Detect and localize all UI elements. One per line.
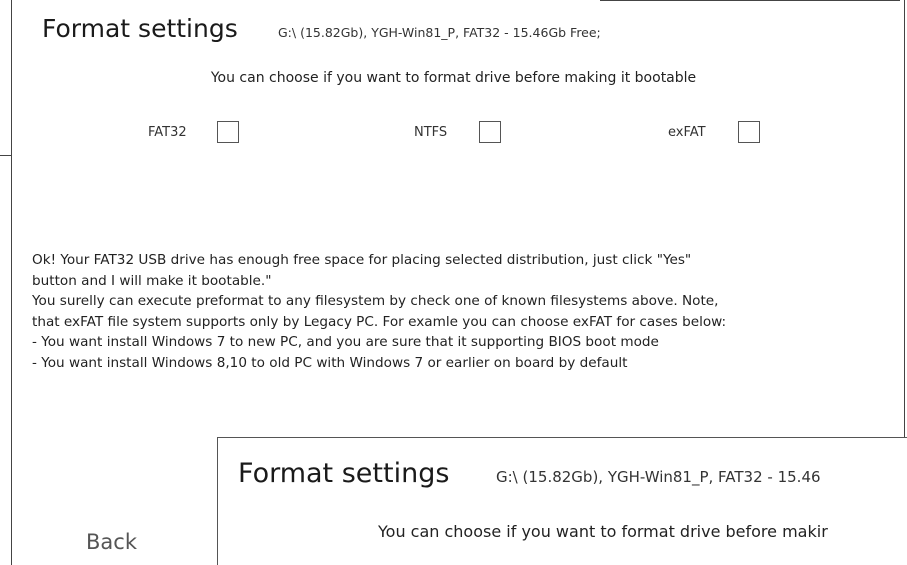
message-line: - You want install Windows 7 to new PC, … (32, 334, 659, 350)
fat32-label: FAT32 (148, 124, 187, 140)
exfat-label: exFAT (668, 124, 706, 140)
ntfs-checkbox[interactable] (479, 121, 502, 143)
overlay-drive-info: G:\ (15.82Gb), YGH-Win81_P, FAT32 - 15.4… (496, 468, 821, 486)
window-border-fragment (0, 155, 12, 156)
window-border-fragment (600, 0, 900, 1)
message-line: Ok! Your FAT32 USB drive has enough free… (32, 252, 692, 268)
format-settings-window: Format settings G:\ (15.82Gb), YGH-Win81… (0, 0, 907, 565)
format-subtitle: You can choose if you want to format dri… (210, 70, 697, 86)
message-line: You surelly can execute preformat to any… (32, 293, 719, 309)
drive-info: G:\ (15.82Gb), YGH-Win81_P, FAT32 - 15.4… (278, 25, 601, 40)
message-line: - You want install Windows 8,10 to old P… (32, 354, 628, 371)
back-button[interactable]: Back (86, 530, 137, 554)
message-line: button and I will make it bootable." (32, 272, 272, 289)
exfat-checkbox[interactable] (737, 121, 760, 143)
overlapping-panel: Format settings G:\ (15.82Gb), YGH-Win81… (217, 437, 907, 565)
message-line: that exFAT file system supports only by … (32, 313, 727, 330)
ntfs-label: NTFS (414, 124, 448, 140)
overlay-subtitle: You can choose if you want to format dri… (378, 522, 828, 541)
fat32-option[interactable]: FAT32 (148, 121, 239, 143)
exfat-option[interactable]: exFAT (668, 121, 760, 143)
overlay-title: Format settings (238, 458, 450, 489)
status-message: Ok! Your FAT32 USB drive has enough free… (32, 250, 892, 373)
page-title: Format settings (42, 14, 238, 43)
ntfs-option[interactable]: NTFS (414, 121, 502, 143)
fat32-checkbox[interactable] (216, 121, 239, 143)
